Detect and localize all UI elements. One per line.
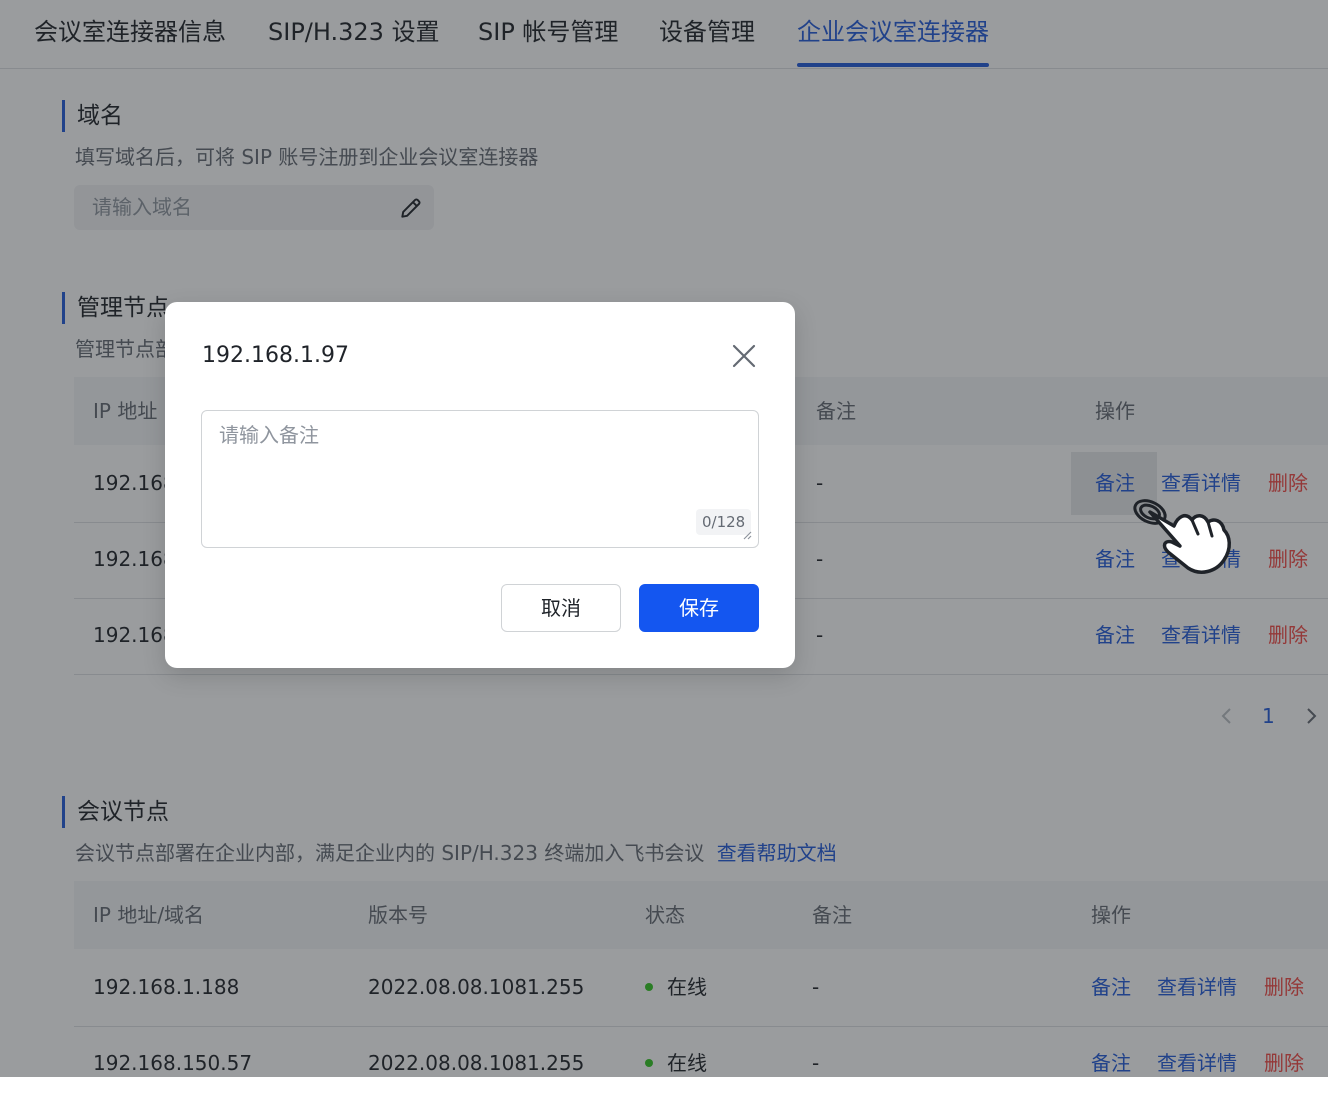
close-icon[interactable] [728, 340, 760, 372]
save-button[interactable]: 保存 [639, 584, 759, 632]
remark-dialog: 192.168.1.97 0/128 取消 保存 [165, 302, 795, 668]
remark-textarea[interactable] [201, 410, 759, 548]
cancel-button[interactable]: 取消 [501, 584, 621, 632]
resize-handle-icon[interactable] [740, 528, 752, 540]
dialog-title: 192.168.1.97 [202, 343, 349, 368]
